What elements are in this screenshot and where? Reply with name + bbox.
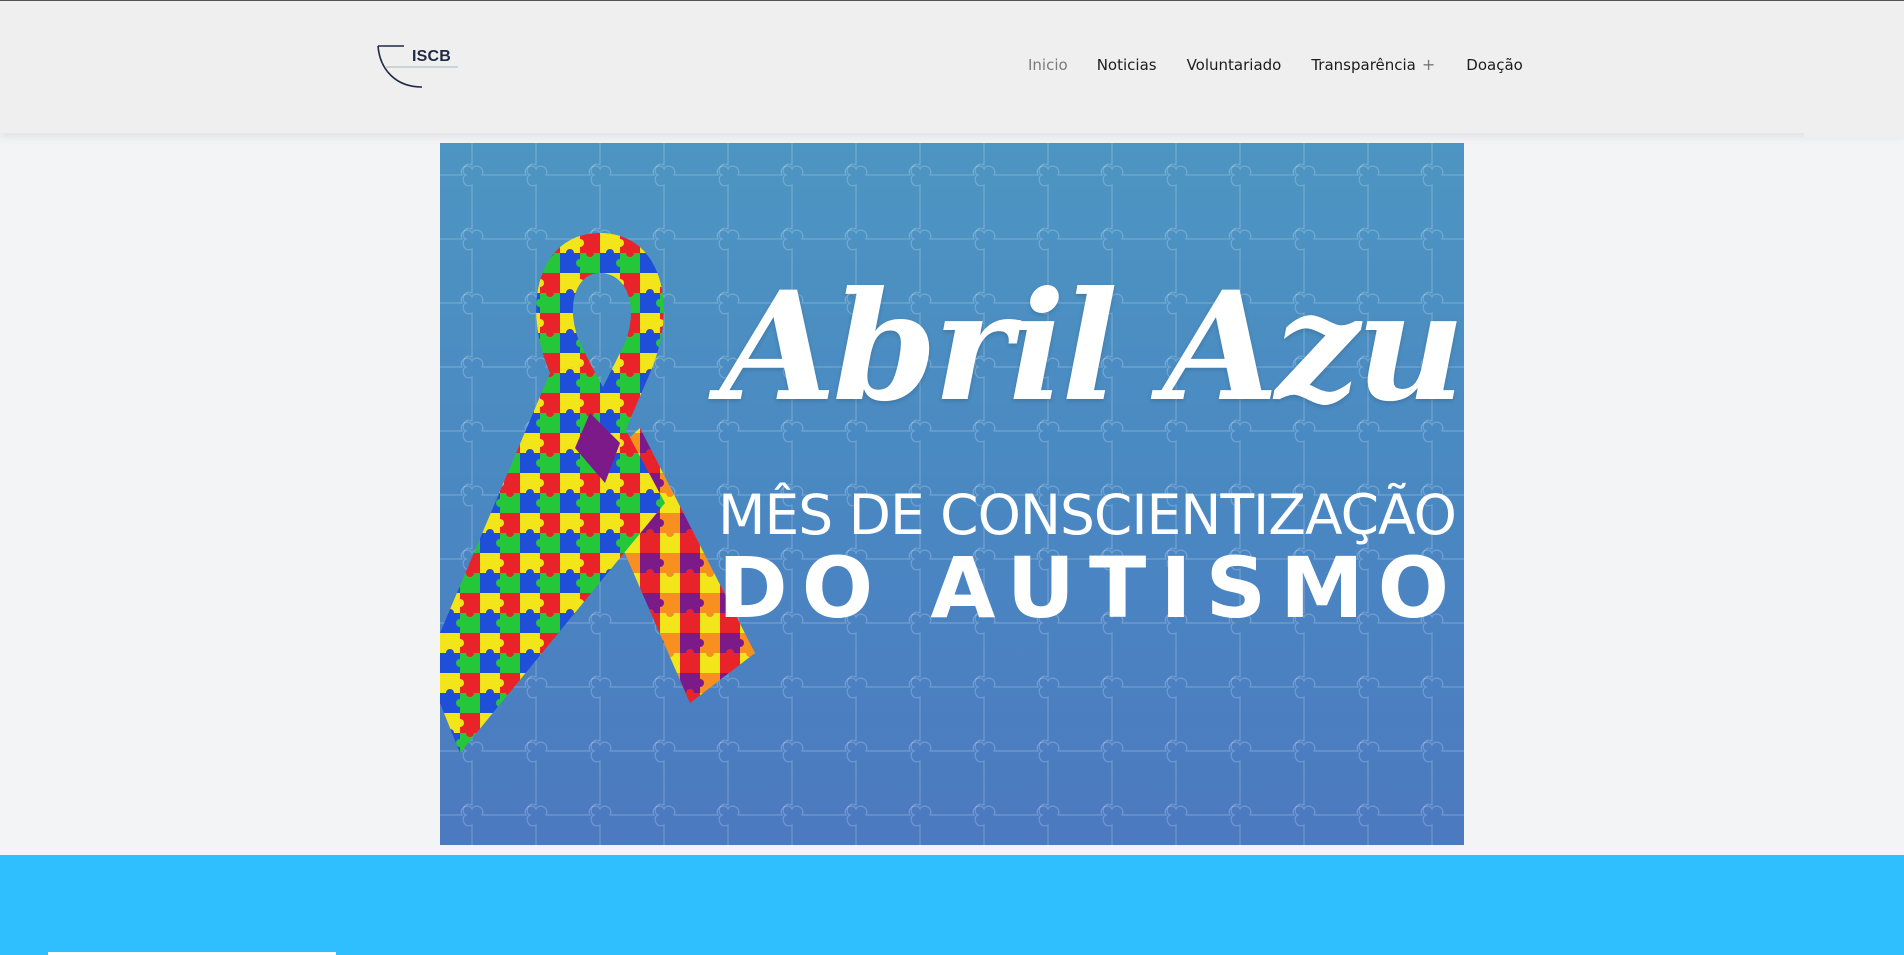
nav-item-noticias[interactable]: Noticias [1097, 56, 1157, 74]
banner-subtitle-line1: MÊS DE CONSCIENTIZAÇÃO [718, 483, 1457, 547]
nav-item-label: Noticias [1096, 56, 1157, 74]
nav-item-transparencia[interactable]: Transparência + [1311, 56, 1435, 74]
footer-band [0, 855, 1904, 955]
main-nav: Inicio Noticias Voluntariado Transparênc… [1028, 56, 1523, 74]
nav-item-label: Voluntariado [1186, 56, 1282, 74]
logo-text: ISCB [412, 48, 452, 65]
nav-item-label: Transparência [1311, 56, 1416, 74]
plus-icon: + [1421, 55, 1436, 74]
nav-item-inicio[interactable]: Inicio [1028, 56, 1068, 74]
nav-item-label: Inicio [1028, 56, 1068, 74]
site-header: ISCB Inicio Noticias Voluntariado Transp… [0, 1, 1904, 133]
banner-title: Abril Azul [720, 259, 1464, 435]
header-edge [1804, 133, 1904, 137]
nav-item-label: Doação [1466, 56, 1523, 74]
nav-item-voluntariado[interactable]: Voluntariado [1187, 56, 1282, 74]
hero-banner[interactable]: Abril Azul MÊS DE CONSCIENTIZAÇÃO DO AUT… [440, 143, 1464, 845]
puzzle-ribbon-icon [440, 233, 755, 753]
nav-item-doacao[interactable]: Doação [1466, 56, 1523, 74]
banner-subtitle-line2: DO AUTISMO [718, 539, 1464, 637]
